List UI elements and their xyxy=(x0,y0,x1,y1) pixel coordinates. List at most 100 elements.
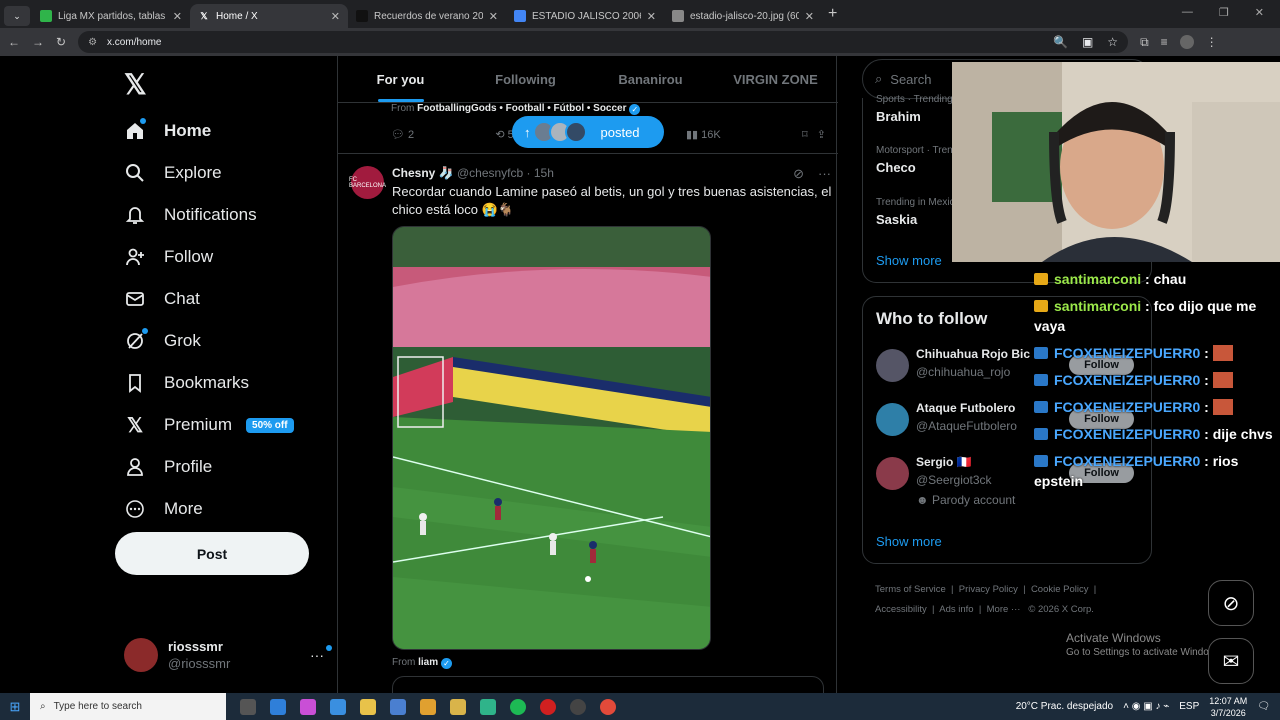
nav-more[interactable]: More xyxy=(124,488,294,530)
browser-menu-icon[interactable]: ⋮ xyxy=(1206,35,1218,49)
bookmark-star-icon[interactable]: ☆ xyxy=(1107,35,1118,49)
tab-search-button[interactable]: ⌄ xyxy=(4,6,30,26)
tweet-time[interactable]: · 15h xyxy=(527,166,554,180)
grok-fab-button[interactable]: ⊘ xyxy=(1208,580,1254,626)
cast-icon[interactable]: ▣ xyxy=(1082,35,1093,49)
notifications-icon[interactable]: 🗨︎ xyxy=(1257,701,1270,712)
browser-tab[interactable]: Liga MX partidos, tablas y noticias✕ xyxy=(32,4,190,28)
tab-bananirou[interactable]: Bananirou xyxy=(588,56,713,102)
task-view-icon[interactable] xyxy=(240,698,256,715)
maximize-button[interactable]: ❐ xyxy=(1219,6,1229,19)
reload-icon[interactable]: ↻ xyxy=(56,35,66,49)
trend-item[interactable]: Sports · Trending Brahim xyxy=(876,94,953,124)
vscode-icon[interactable] xyxy=(390,698,406,715)
chrome-canary-icon[interactable] xyxy=(420,698,436,715)
nav-follow[interactable]: Follow xyxy=(124,236,294,278)
nav-premium[interactable]: 𝕏 Premium 50% off xyxy=(124,404,294,446)
chat-message: FCOXENEIZEPUERR0 : dije chvs xyxy=(1034,424,1280,444)
browser-tab[interactable]: 𝕏 Home / X ✕ xyxy=(190,4,348,28)
clock[interactable]: 12:07 AM 3/7/2026 xyxy=(1209,695,1247,719)
nav-profile[interactable]: Profile xyxy=(124,446,294,488)
address-bar[interactable]: ⚙ x.com/home 🔍 ▣ ☆ xyxy=(78,31,1129,53)
new-posts-pill[interactable]: ↑ posted xyxy=(512,116,664,148)
nav-grok[interactable]: Grok xyxy=(124,320,294,362)
nav-bookmarks[interactable]: Bookmarks xyxy=(124,362,294,404)
author-name[interactable]: Chesny xyxy=(392,166,435,180)
nav-notifications[interactable]: Notifications xyxy=(124,194,294,236)
messages-fab-button[interactable]: ✉ xyxy=(1208,638,1254,684)
author-handle[interactable]: @chesnyfcb xyxy=(457,166,523,180)
tab-for-you[interactable]: For you xyxy=(338,56,463,102)
browser-tab[interactable]: Recuerdos de verano 2024 para✕ xyxy=(348,4,506,28)
close-tab-icon[interactable]: ✕ xyxy=(331,10,340,23)
crown-badge-icon xyxy=(1034,300,1048,312)
more-dots-icon[interactable]: ··· xyxy=(818,166,831,182)
grok-icon[interactable]: ⊘ xyxy=(793,166,804,182)
obs-icon[interactable] xyxy=(570,698,586,715)
trend-item[interactable]: Trending in Mexico Saskia xyxy=(876,197,960,227)
edge-icon[interactable] xyxy=(270,698,286,715)
bookmark-icon[interactable]: ⌑ xyxy=(802,129,808,141)
nav-chat[interactable]: Chat xyxy=(124,278,294,320)
tab-virgin-zone[interactable]: VIRGIN ZONE xyxy=(713,56,838,102)
mail-app-icon[interactable] xyxy=(330,698,346,715)
section-title: Who to follow xyxy=(876,309,988,328)
app-icon[interactable] xyxy=(480,698,496,715)
start-button[interactable]: ⊞ xyxy=(0,699,30,715)
community-link[interactable]: FootballingGods • Football • Fútbol • So… xyxy=(417,103,626,114)
x-logo-icon[interactable]: 𝕏 xyxy=(124,68,147,101)
reading-list-icon[interactable]: ≡ xyxy=(1161,35,1168,49)
quoted-tweet[interactable] xyxy=(392,676,824,693)
tray-icons[interactable]: ˄ ◉ ▣ ♪ ⌁ xyxy=(1123,701,1169,712)
repost-button[interactable]: ⟲ 5 xyxy=(495,128,513,141)
folder-icon[interactable] xyxy=(450,698,466,715)
chrome-icon[interactable] xyxy=(600,698,616,715)
account-switcher[interactable]: riosssmr @riosssmr ··· xyxy=(124,638,332,672)
subscriber-badge-icon xyxy=(1034,401,1048,413)
opera-icon[interactable] xyxy=(540,698,556,715)
share-icon[interactable]: ⇪ xyxy=(817,129,826,141)
show-more-link[interactable]: Show more xyxy=(876,534,942,549)
browser-tab[interactable]: ESTADIO JALISCO 2006 - Buscar✕ xyxy=(506,4,664,28)
arrow-up-icon: ↑ xyxy=(524,124,531,140)
more-dots-icon[interactable]: ··· xyxy=(310,645,332,663)
close-tab-icon[interactable]: ✕ xyxy=(489,10,498,23)
close-tab-icon[interactable]: ✕ xyxy=(173,10,182,23)
browser-tab[interactable]: estadio-jalisco-20.jpg (600×400)✕ xyxy=(664,4,822,28)
show-more-link[interactable]: Show more xyxy=(876,253,942,268)
nav-label: Notifications xyxy=(164,205,257,224)
close-tab-icon[interactable]: ✕ xyxy=(647,10,656,23)
file-explorer-icon[interactable] xyxy=(360,698,376,715)
video-player[interactable] xyxy=(392,226,711,650)
premium-discount-badge: 50% off xyxy=(246,417,294,433)
site-info-icon[interactable]: ⚙ xyxy=(88,37,97,48)
copilot-icon[interactable] xyxy=(300,698,316,715)
nav-home[interactable]: Home xyxy=(124,110,294,152)
minimize-button[interactable]: — xyxy=(1182,6,1193,19)
close-tab-icon[interactable]: ✕ xyxy=(805,10,814,23)
taskbar-search-input[interactable]: ⌕ Type here to search xyxy=(30,693,226,720)
tab-following[interactable]: Following xyxy=(463,56,588,102)
reply-button[interactable]: 💬︎ 2 xyxy=(391,128,414,141)
post-button[interactable]: Post xyxy=(115,532,309,575)
chat-message: santimarconi : chau xyxy=(1034,269,1280,289)
zoom-icon[interactable]: 🔍 xyxy=(1053,35,1068,49)
weather-widget[interactable]: 20°C Prac. despejado xyxy=(1016,701,1113,712)
new-tab-button[interactable]: + xyxy=(828,5,837,23)
extensions-icon[interactable]: ⧉ xyxy=(1140,35,1149,50)
nav-label: Home xyxy=(164,121,212,140)
views-button[interactable]: ▮▮ 16K xyxy=(686,128,721,141)
spotify-icon[interactable] xyxy=(510,698,526,715)
avatar[interactable]: FC BARCELONA xyxy=(349,166,386,199)
language-indicator[interactable]: ESP xyxy=(1179,701,1199,712)
forward-icon[interactable]: → xyxy=(32,35,44,49)
bell-icon xyxy=(124,204,146,226)
football-video-frame xyxy=(393,227,710,649)
back-icon[interactable]: ← xyxy=(8,35,20,49)
nav-explore[interactable]: Explore xyxy=(124,152,294,194)
source-link[interactable]: liam xyxy=(418,657,438,668)
close-window-button[interactable]: ✕ xyxy=(1255,6,1264,19)
profile-avatar[interactable] xyxy=(1179,35,1194,49)
windows-activation-watermark: Activate Windows Go to Settings to activ… xyxy=(1066,631,1224,658)
community-context: From liam ✓ xyxy=(392,657,452,669)
